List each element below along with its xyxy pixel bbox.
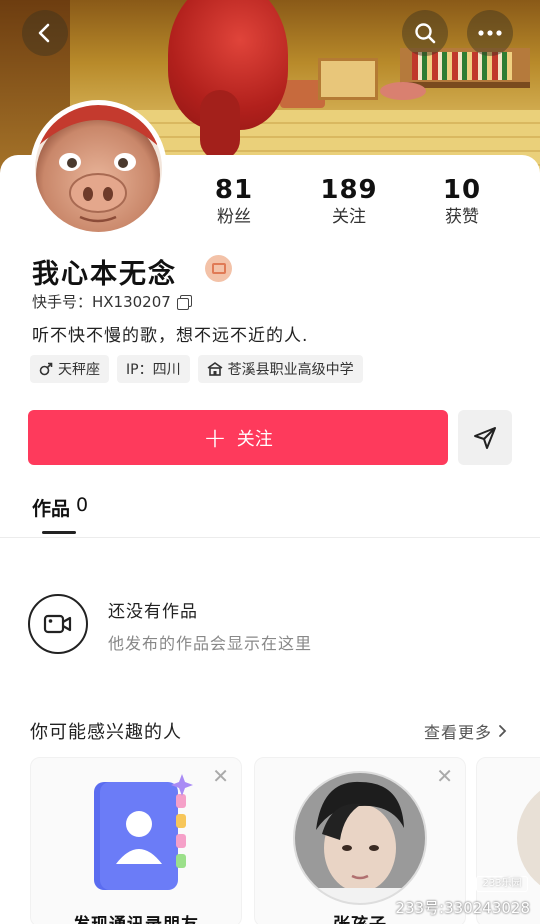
video-camera-icon [28,594,88,654]
tab-active-indicator [42,531,76,534]
nickname: 我心本无念 [32,259,177,290]
stat-likes[interactable]: 10 获赞 [417,175,507,229]
kuaishou-id-row: 快手号：HX130207 [32,291,192,312]
message-button[interactable] [458,410,512,465]
male-icon [39,362,53,376]
following-count: 189 [320,175,378,205]
follow-button-label: 关注 [236,428,273,450]
more-dots-icon [478,30,502,36]
watermark-logo: 233乐园 [476,876,528,892]
tag-constellation: 天秤座 [30,355,109,383]
recommend-card-contacts[interactable]: ✕ 发现通讯录朋友 [30,757,242,924]
followers-count: 81 [214,175,254,205]
search-button[interactable] [402,10,448,56]
back-button[interactable] [22,10,68,56]
user-avatar [293,771,427,905]
likes-label: 获赞 [445,207,479,227]
stat-followers[interactable]: 81 粉丝 [189,175,279,229]
tab-works-count: 0 [76,494,89,516]
tag-ip-location: IP：四川 [117,355,190,383]
stat-following[interactable]: 189 关注 [304,175,394,229]
empty-state-title: 还没有作品 [108,602,198,622]
copy-icon[interactable] [176,294,192,310]
tag-school[interactable]: 苍溪县职业高级中学 [197,355,363,383]
badge-icon[interactable] [205,255,232,282]
close-icon[interactable]: ✕ [436,766,453,786]
back-arrow-icon [38,23,50,43]
watermark-text: 233号:330243028 [395,899,530,917]
followers-label: 粉丝 [217,207,251,227]
chevron-right-icon [499,725,507,737]
recommend-card-name: 发现通讯录朋友 [31,910,241,924]
recommend-more-label: 查看更多 [424,723,493,742]
likes-count: 10 [442,175,482,205]
tag-school-text: 苍溪县职业高级中学 [227,362,354,378]
close-icon[interactable]: ✕ [212,766,229,786]
empty-state-subtitle: 他发布的作品会显示在这里 [108,634,313,653]
profile-tags: 天秤座 IP：四川 苍溪县职业高级中学 [30,355,363,383]
search-icon [415,23,436,44]
divider [0,537,540,538]
follow-button[interactable]: + 关注 [28,410,448,465]
tab-works[interactable]: 作品 0 [32,494,88,521]
tag-constellation-text: 天秤座 [58,362,100,378]
kuaishou-id: 快手号：HX130207 [32,293,171,311]
following-label: 关注 [332,207,366,227]
tab-works-label: 作品 [32,498,71,520]
recommend-title: 你可能感兴趣的人 [30,722,182,743]
plus-icon: + [203,420,227,454]
send-icon [474,426,496,449]
tag-ip-text: IP：四川 [126,362,181,378]
more-button[interactable] [467,10,513,56]
bio: 听不快不慢的歌，想不远不近的人. [32,326,309,346]
recommend-more-link[interactable]: 查看更多 [424,719,507,743]
school-icon [207,362,223,376]
contacts-book-icon [94,774,193,890]
avatar[interactable] [30,100,167,237]
